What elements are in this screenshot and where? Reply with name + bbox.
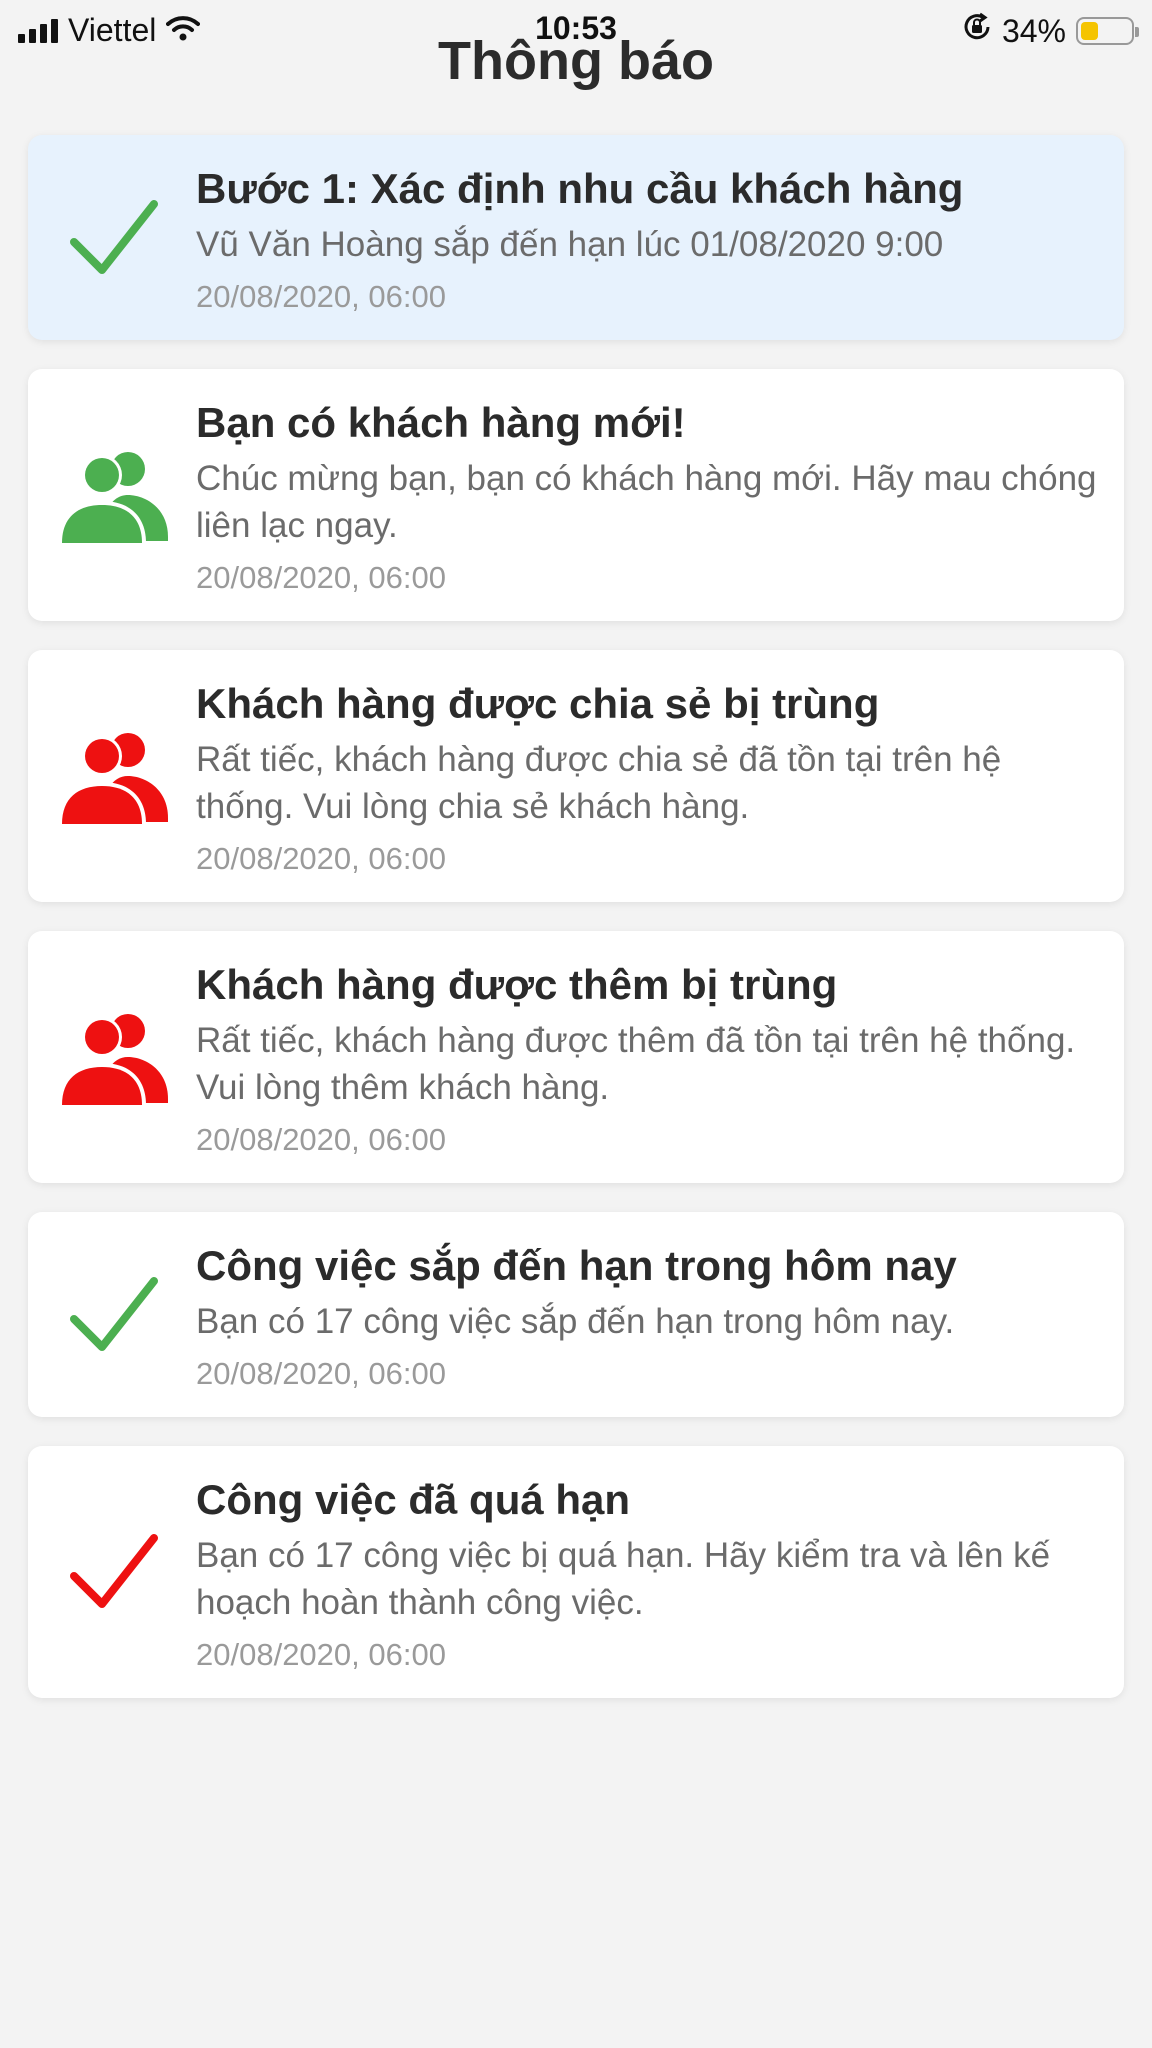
notification-card[interactable]: Khách hàng được thêm bị trùng Rất tiếc, k… — [28, 931, 1124, 1183]
notification-title: Công việc đã quá hạn — [196, 1476, 631, 1523]
notification-time: 20/08/2020, 06:00 — [196, 560, 446, 595]
notification-title: Khách hàng được thêm bị trùng — [196, 961, 838, 1008]
notification-card[interactable]: Khách hàng được chia sẻ bị trùng Rất tiếc… — [28, 650, 1124, 902]
notification-title: Công việc sắp đến hạn trong hôm nay — [196, 1242, 957, 1289]
check-icon — [54, 1517, 174, 1627]
notification-body: Vũ Văn Hoàng sắp đến hạn lúc 01/08/2020 … — [196, 225, 944, 264]
notification-time: 20/08/2020, 06:00 — [196, 1122, 446, 1157]
users-icon — [54, 1002, 174, 1112]
notification-time: 20/08/2020, 06:00 — [196, 1356, 446, 1391]
notification-card[interactable]: Công việc sắp đến hạn trong hôm nay Bạn c… — [28, 1212, 1124, 1417]
users-icon — [54, 721, 174, 831]
notification-body: Rất tiếc, khách hàng được chia sẻ đã tồn… — [196, 740, 1002, 826]
notification-body: Bạn có 17 công việc bị quá hạn. Hãy kiểm… — [196, 1536, 1051, 1622]
notification-title: Khách hàng được chia sẻ bị trùng — [196, 680, 880, 727]
notification-card[interactable]: Bạn có khách hàng mới! Chúc mừng bạn, bạn… — [28, 369, 1124, 621]
notification-body: Chúc mừng bạn, bạn có khách hàng mới. Hã… — [196, 459, 1097, 545]
notification-body: Rất tiếc, khách hàng được thêm đã tồn tạ… — [196, 1021, 1076, 1107]
page-title: Thông báo — [438, 31, 714, 91]
notification-card[interactable]: Bước 1: Xác định nhu cầu khách hàng Vũ Vă… — [28, 135, 1124, 340]
notification-time: 20/08/2020, 06:00 — [196, 841, 446, 876]
notification-card[interactable]: Công việc đã quá hạn Bạn có 17 công việc … — [28, 1446, 1124, 1698]
notification-time: 20/08/2020, 06:00 — [196, 279, 446, 314]
users-icon — [54, 440, 174, 550]
notification-list: Bước 1: Xác định nhu cầu khách hàng Vũ Vă… — [28, 135, 1124, 1727]
notification-title: Bạn có khách hàng mới! — [196, 399, 686, 446]
check-icon — [54, 183, 174, 293]
notification-time: 20/08/2020, 06:00 — [196, 1637, 446, 1672]
notification-body: Bạn có 17 công việc sắp đến hạn trong hô… — [196, 1302, 955, 1341]
check-icon — [54, 1260, 174, 1370]
notification-title: Bước 1: Xác định nhu cầu khách hàng — [196, 165, 964, 212]
